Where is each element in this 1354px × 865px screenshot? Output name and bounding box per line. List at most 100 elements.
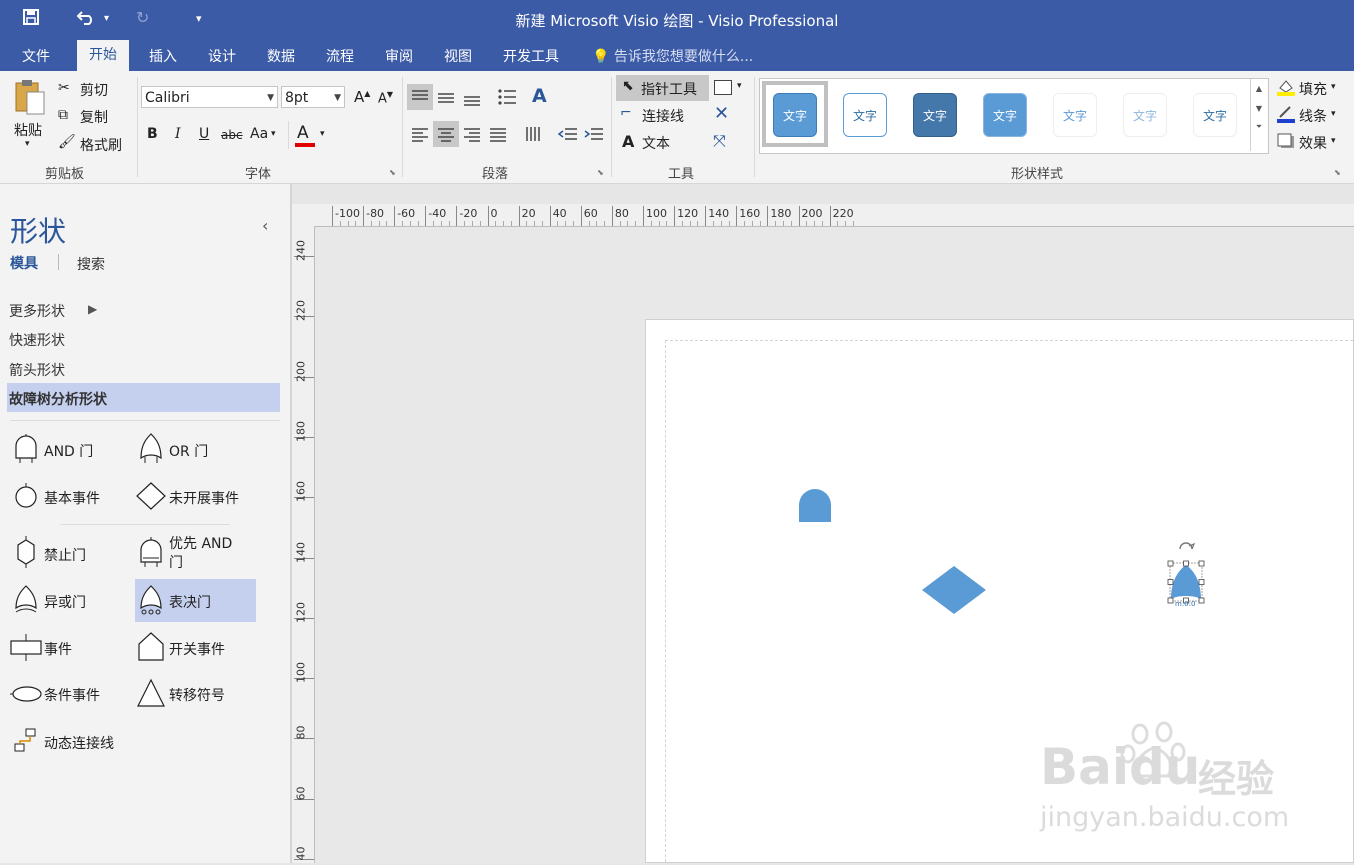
shape-style-1[interactable]: 文字	[773, 93, 817, 137]
align-top-button[interactable]	[407, 84, 433, 110]
stencil-house-event[interactable]	[135, 630, 167, 668]
canvas-and-gate-shape[interactable]	[799, 489, 831, 526]
collapse-pane-icon[interactable]: ‹	[262, 216, 268, 235]
stencil-or-gate[interactable]	[135, 432, 167, 468]
tab-data[interactable]: 数据	[267, 46, 295, 66]
tab-stencils[interactable]: 模具	[10, 253, 38, 273]
change-case-button[interactable]: Aa	[250, 126, 268, 142]
increase-indent-icon[interactable]	[581, 121, 607, 147]
shrink-font-icon[interactable]: A▼	[378, 90, 393, 106]
canvas-diamond-shape[interactable]	[922, 566, 986, 618]
paste-icon[interactable]	[10, 77, 50, 117]
stencil-transfer-symbol[interactable]	[135, 676, 167, 714]
chevron-down-icon[interactable]: ▾	[737, 81, 742, 91]
fta-shapes-item[interactable]: 故障树分析形状	[7, 383, 280, 412]
vertical-align-icon[interactable]	[521, 121, 547, 147]
tab-home[interactable]: 开始	[77, 40, 129, 71]
stencil-dynamic-connector[interactable]	[12, 727, 40, 759]
shape-style-3[interactable]: 文字	[913, 93, 957, 137]
connector-icon[interactable]: ⌐	[620, 105, 632, 121]
decrease-indent-icon[interactable]	[555, 121, 581, 147]
stencil-xor-gate[interactable]	[10, 584, 42, 620]
stencil-undeveloped-event[interactable]	[135, 480, 167, 516]
chevron-right-icon[interactable]: ▶	[88, 302, 97, 316]
shape-style-7[interactable]: 文字	[1193, 93, 1237, 137]
gallery-more-icon[interactable]: ⏷	[1251, 122, 1267, 132]
tab-file[interactable]: 文件	[22, 46, 50, 66]
font-color-button[interactable]: A	[297, 123, 309, 143]
stencil-basic-event[interactable]	[10, 480, 42, 516]
fill-button[interactable]: 填充	[1299, 79, 1327, 99]
tab-review[interactable]: 审阅	[385, 46, 413, 66]
arrow-shapes-item[interactable]: 箭头形状	[9, 360, 65, 380]
font-name-select[interactable]: Calibri ▼	[141, 86, 278, 108]
chevron-down-icon[interactable]: ▾	[1331, 136, 1336, 146]
text-tool-button[interactable]: 文本	[642, 133, 670, 153]
shape-style-6[interactable]: 文字	[1123, 93, 1167, 137]
stencil-event[interactable]	[10, 632, 42, 668]
dialog-launcher-icon[interactable]: ⬊	[597, 168, 604, 177]
tell-me-box[interactable]: 💡 告诉我您想要做什么...	[592, 46, 753, 66]
quick-shapes-item[interactable]: 快速形状	[9, 330, 65, 350]
italic-button[interactable]: I	[175, 126, 181, 142]
stencil-conditional-event[interactable]	[10, 678, 42, 714]
copy-icon[interactable]: ⧉	[58, 107, 68, 123]
bullets-button[interactable]	[494, 84, 520, 110]
tab-design[interactable]: 设计	[208, 46, 236, 66]
stencil-label: OR 门	[169, 444, 209, 460]
chevron-down-icon[interactable]: ▾	[1331, 109, 1336, 119]
effects-button[interactable]: 效果	[1299, 133, 1327, 153]
dialog-launcher-icon[interactable]: ⬊	[1334, 168, 1341, 177]
chevron-up-icon[interactable]: ▲	[1251, 84, 1267, 93]
tab-process[interactable]: 流程	[326, 46, 354, 66]
effects-icon[interactable]	[1276, 132, 1296, 154]
tab-developer[interactable]: 开发工具	[503, 46, 559, 66]
chevron-down-icon[interactable]: ▼	[1251, 104, 1267, 113]
line-button[interactable]: 线条	[1299, 106, 1327, 126]
tab-view[interactable]: 视图	[444, 46, 472, 66]
align-center-button[interactable]	[433, 121, 459, 147]
cut-button[interactable]: 剪切	[80, 80, 108, 100]
text-direction-icon[interactable]: A	[532, 85, 547, 107]
cut-icon[interactable]: ✂	[58, 80, 70, 96]
chevron-down-icon[interactable]: ▾	[1331, 82, 1336, 92]
underline-button[interactable]: U	[199, 126, 209, 142]
fill-icon[interactable]	[1276, 78, 1296, 100]
format-painter-button[interactable]: 格式刷	[80, 135, 122, 155]
justify-button[interactable]	[485, 121, 511, 147]
align-middle-button[interactable]	[433, 84, 459, 110]
more-shapes-item[interactable]: 更多形状	[9, 301, 65, 321]
connection-point-icon[interactable]: ⤧	[713, 131, 726, 151]
paste-button[interactable]: 粘贴	[14, 120, 42, 140]
shape-style-2[interactable]: 文字	[843, 93, 887, 137]
text-tool-icon[interactable]: A	[622, 132, 634, 151]
paste-dropdown-icon[interactable]: ▾	[25, 139, 30, 149]
align-bottom-button[interactable]	[459, 84, 485, 110]
shape-style-5[interactable]: 文字	[1053, 93, 1097, 137]
stencil-priority-and[interactable]	[135, 536, 167, 572]
strikethrough-button[interactable]: abc	[221, 128, 243, 142]
stencil-voting-gate[interactable]: 表决门	[135, 579, 256, 622]
connector-tool-button[interactable]: 连接线	[642, 106, 684, 126]
font-size-select[interactable]: 8pt ▼	[281, 86, 345, 108]
close-icon[interactable]: ✕	[714, 103, 729, 124]
grow-font-icon[interactable]: A▲	[354, 88, 370, 106]
rectangle-tool-icon[interactable]	[714, 80, 732, 95]
gallery-scroll[interactable]: ▲ ▼ ⏷	[1250, 79, 1267, 151]
selected-voting-gate-shape[interactable]: m:0:0	[1164, 535, 1208, 615]
align-right-button[interactable]	[459, 121, 485, 147]
line-icon[interactable]	[1276, 105, 1296, 127]
tab-search[interactable]: 搜索	[77, 254, 105, 274]
stencil-inhibit-gate[interactable]	[10, 536, 42, 572]
stencil-and-gate[interactable]	[10, 432, 42, 468]
pointer-tool-button[interactable]: ⬉ 指针工具	[616, 75, 709, 101]
shape-style-4[interactable]: 文字	[983, 93, 1027, 137]
chevron-down-icon[interactable]: ▾	[320, 129, 325, 139]
dialog-launcher-icon[interactable]: ⬊	[389, 168, 396, 177]
bold-button[interactable]: B	[147, 126, 158, 142]
copy-button[interactable]: 复制	[80, 107, 108, 127]
tab-insert[interactable]: 插入	[149, 46, 177, 66]
chevron-down-icon[interactable]: ▾	[271, 129, 276, 139]
align-left-button[interactable]	[407, 121, 433, 147]
format-painter-icon[interactable]: 🖌	[58, 134, 76, 150]
